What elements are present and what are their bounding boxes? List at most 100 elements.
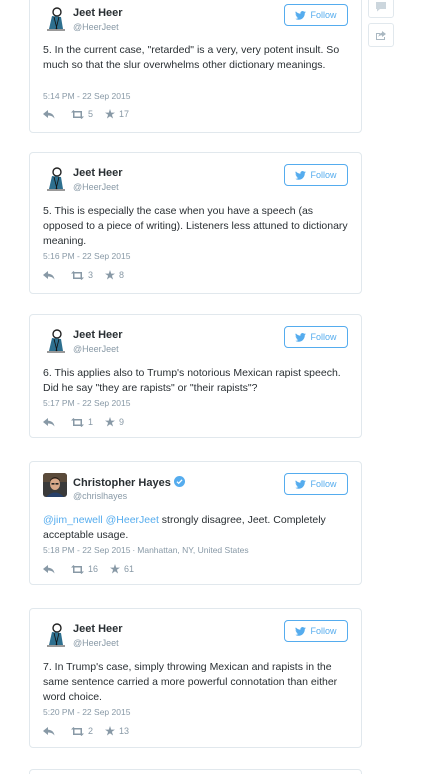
retweet-icon [71,726,84,736]
reply-button[interactable] [43,726,57,736]
author-name[interactable]: Jeet Heer [73,623,123,635]
author-name-text: Christopher Hayes [73,477,171,489]
avatar-drawing [47,7,65,31]
retweet-button[interactable]: 5 [71,109,93,119]
twitter-bird-icon [295,10,307,20]
author-handle[interactable]: @HeerJeet [73,638,119,648]
retweet-count: 3 [88,270,94,280]
comment-icon [376,1,386,11]
retweet-count: 5 [88,109,94,119]
avatar[interactable] [45,7,67,31]
favorite-count: 13 [119,726,130,736]
favorite-count: 8 [119,270,125,280]
retweet-icon [71,417,84,427]
reply-icon [43,417,55,426]
author-handle[interactable]: @chrislhayes [73,491,127,501]
avatar[interactable] [45,167,67,191]
follow-label: Follow [310,479,337,489]
avatar-photo [43,473,67,497]
reply-button[interactable] [43,417,57,427]
tweet-card: Jeet Heer @HeerJeet Follow 7. In Trump's… [29,608,362,748]
reply-button[interactable] [43,270,57,280]
favorite-count: 17 [119,109,130,119]
follow-button[interactable]: Follow [284,326,348,348]
reply-icon [43,109,55,118]
follow-button[interactable]: Follow [284,473,348,495]
avatar-drawing [47,623,65,647]
tweet-text: 7. In Trump's case, simply throwing Mexi… [43,661,338,703]
reply-icon [43,270,55,279]
avatar-drawing [47,329,65,353]
tweet-actions: 1 9 [43,417,124,427]
retweet-count: 2 [88,726,94,736]
author-handle[interactable]: @HeerJeet [73,344,119,354]
tweet-meta: 5:18 PM - 22 Sep 2015 · Manhattan, NY, Uni… [43,545,249,555]
tweet-text: 5. In the current case, "retarded" is a … [43,44,340,71]
follow-button[interactable]: Follow [284,4,348,26]
mention-link[interactable]: @HeerJeet [106,514,159,526]
twitter-bird-icon [295,332,307,342]
reply-button[interactable] [43,564,57,574]
favorite-button[interactable]: 17 [105,109,129,119]
tweet-text: 5. This is especially the case when you … [43,205,348,247]
author-name[interactable]: Christopher Hayes [73,476,185,489]
favorite-button[interactable]: 8 [105,270,124,280]
favorite-button[interactable]: 9 [105,417,124,427]
retweet-count: 16 [88,564,99,574]
reply-icon [43,726,55,735]
retweet-button[interactable]: 16 [71,564,98,574]
avatar[interactable] [45,329,67,353]
follow-button[interactable]: Follow [284,164,348,186]
comment-button[interactable] [368,0,394,18]
tweet-actions: 3 8 [43,270,124,280]
tweet-timestamp[interactable]: 5:18 PM - 22 Sep 2015 [43,545,130,555]
reply-icon [43,564,55,573]
tweet-timestamp[interactable]: 5:17 PM - 22 Sep 2015 [43,398,130,408]
follow-label: Follow [310,170,337,180]
favorite-count: 61 [124,564,135,574]
favorite-star-icon [105,726,116,736]
verified-badge-icon [173,476,185,487]
tweet-location[interactable]: Manhattan, NY, United States [137,545,248,555]
tweet-text: @jim_newell @HeerJeet strongly disagree,… [43,513,348,543]
avatar[interactable] [45,623,67,647]
mention-link[interactable]: @jim_newell [43,514,103,526]
favorite-star-icon [110,564,121,574]
tweet-timestamp[interactable]: 5:14 PM - 22 Sep 2015 [43,91,130,101]
retweet-button[interactable]: 1 [71,417,93,427]
reply-button[interactable] [43,109,57,119]
author-name[interactable]: Jeet Heer [73,167,123,179]
retweet-icon [71,270,84,280]
twitter-bird-icon [295,479,307,489]
tweet-actions: 2 13 [43,726,129,736]
favorite-button[interactable]: 61 [110,564,134,574]
author-handle[interactable]: @HeerJeet [73,22,119,32]
favorite-count: 9 [119,417,125,427]
twitter-bird-icon [295,170,307,180]
tweet-card-partial [29,769,362,774]
author-name[interactable]: Jeet Heer [73,329,123,341]
favorite-button[interactable]: 13 [105,726,129,736]
retweet-icon [71,109,84,119]
twitter-bird-icon [295,626,307,636]
follow-label: Follow [310,626,337,636]
author-handle[interactable]: @HeerJeet [73,182,119,192]
share-button[interactable] [368,23,394,47]
share-icon [376,30,386,40]
favorite-star-icon [105,109,116,119]
follow-label: Follow [310,10,337,20]
author-name[interactable]: Jeet Heer [73,7,123,19]
tweet-card: Jeet Heer @HeerJeet Follow 6. This appli… [29,314,362,438]
tweet-timestamp[interactable]: 5:16 PM - 22 Sep 2015 [43,251,130,261]
retweet-button[interactable]: 3 [71,270,93,280]
follow-label: Follow [310,332,337,342]
favorite-star-icon [105,270,116,280]
follow-button[interactable]: Follow [284,620,348,642]
meta-separator: · [132,545,136,555]
favorite-star-icon [105,417,116,427]
tweet-card: Christopher Hayes @chrislhayes Follow @j… [29,461,362,585]
tweet-timestamp[interactable]: 5:20 PM - 22 Sep 2015 [43,707,130,717]
retweet-button[interactable]: 2 [71,726,93,736]
avatar[interactable] [43,473,67,497]
tweet-actions: 5 17 [43,109,129,119]
